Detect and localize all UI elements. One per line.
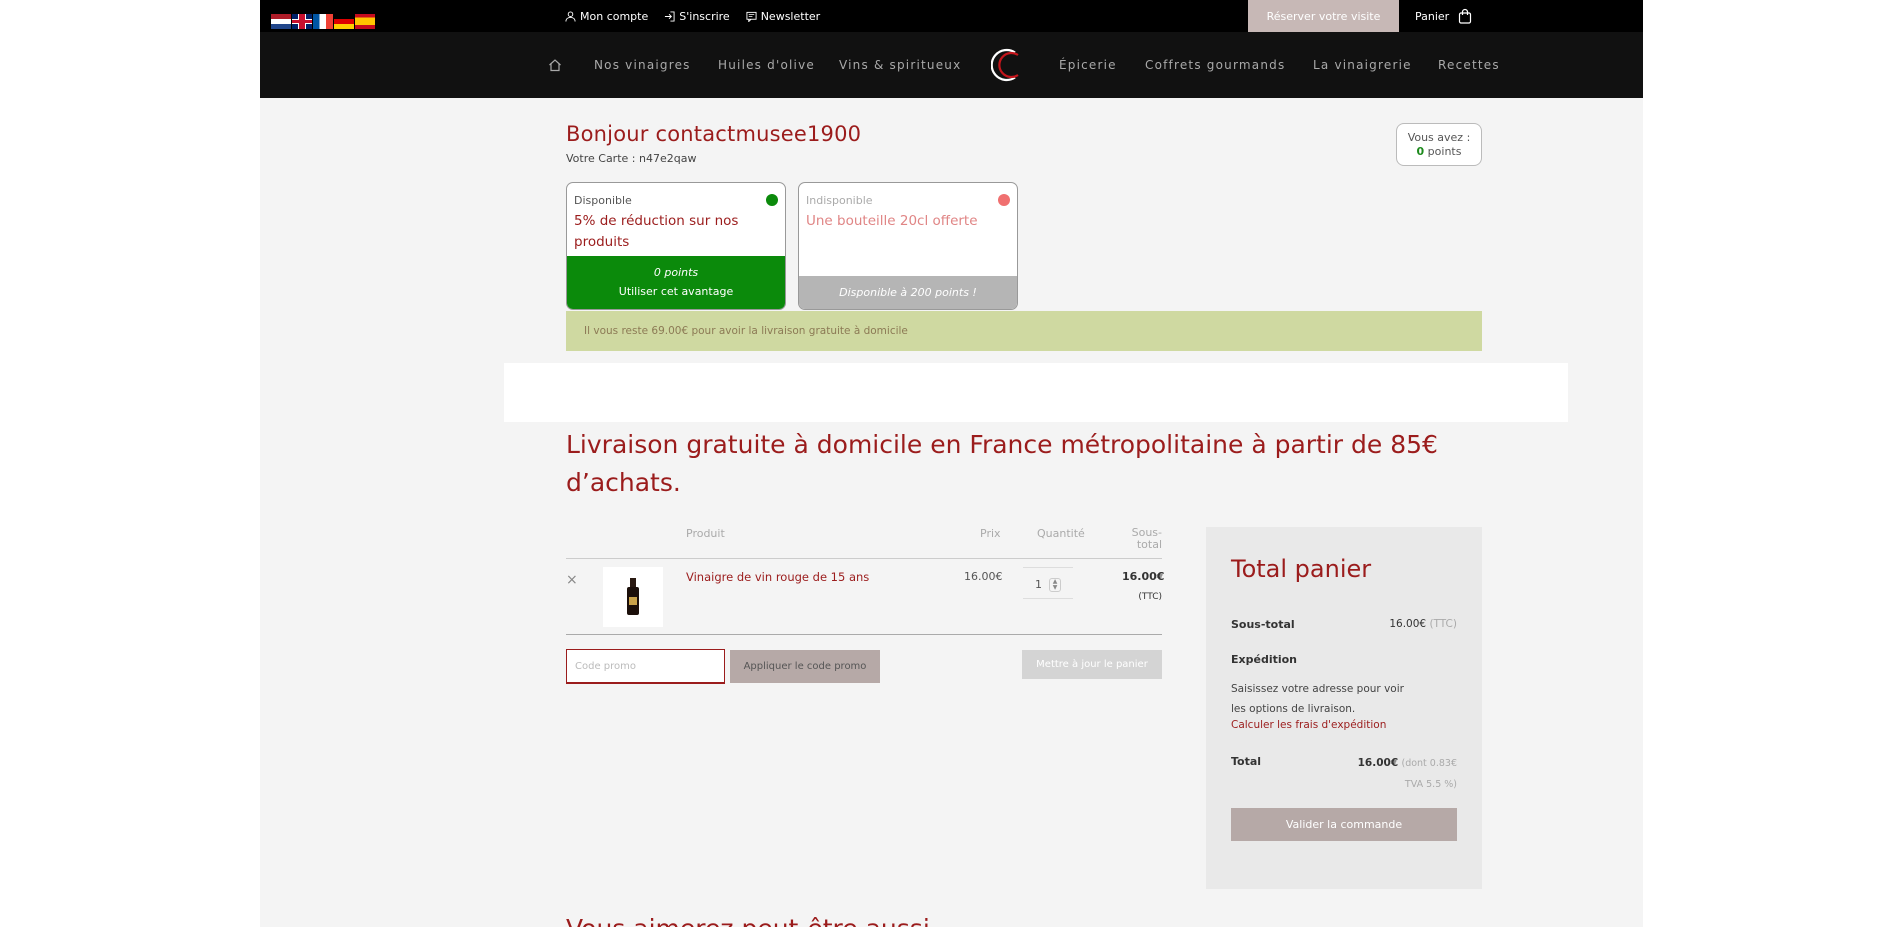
subtotal-suffix: (TTC) — [1429, 618, 1457, 630]
quantity-value: 1 — [1035, 578, 1042, 591]
newsletter-link[interactable]: Newsletter — [746, 10, 820, 23]
register-link-label: S'inscrire — [679, 9, 730, 23]
advantage-status: Disponible — [574, 194, 632, 207]
points-label: Vous avez : — [1407, 131, 1471, 144]
nav-grocery[interactable]: Épicerie — [1059, 32, 1117, 98]
home-link[interactable] — [548, 32, 562, 98]
brand-logo-icon[interactable] — [991, 45, 1023, 85]
header-price: Prix — [980, 527, 1001, 540]
totals-title: Total panier — [1231, 555, 1372, 583]
flag-fr-icon[interactable] — [313, 14, 333, 29]
nav-gift-boxes[interactable]: Coffrets gourmands — [1145, 32, 1285, 98]
advantage-points: 0 points — [653, 266, 699, 279]
total-value: 16.00€ (dont 0.83€ TVA 5.5 %) — [1337, 753, 1457, 795]
page: Mon compte S'inscrire Newsletter Réserve… — [260, 0, 1643, 927]
related-products-heading: Vous aimerez peut-être aussi… — [566, 914, 955, 927]
points-box: Vous avez : 0 points — [1396, 123, 1482, 166]
register-link[interactable]: S'inscrire — [664, 9, 730, 23]
cart-link-label: Panier — [1415, 9, 1450, 23]
apply-promo-button[interactable]: Appliquer le code promo — [730, 650, 880, 683]
free-shipping-notice: Il vous reste 69.00€ pour avoir la livra… — [566, 311, 1482, 351]
points-unit: points — [1427, 145, 1462, 158]
update-cart-button[interactable]: Mettre à jour le panier — [1022, 650, 1162, 679]
loyalty-card-number: Votre Carte : n47e2qaw — [566, 152, 697, 165]
total-label: Total — [1231, 755, 1262, 768]
quantity-stepper[interactable]: 1 ▲ ▼ — [1023, 567, 1073, 599]
free-delivery-headline: Livraison gratuite à domicile en France … — [566, 430, 1438, 497]
use-advantage-label: Utiliser cet avantage — [618, 285, 734, 298]
advantage-title: 5% de réduction sur nos produits — [574, 213, 739, 250]
product-thumbnail[interactable] — [603, 567, 663, 627]
nav-wines-spirits[interactable]: Vins & spiritueux — [839, 32, 961, 98]
subtotal-value: 16.00€ (TTC) — [1389, 618, 1457, 630]
shopping-bag-icon — [1459, 8, 1472, 24]
header-product: Produit — [686, 527, 725, 540]
remove-item-button[interactable]: × — [566, 572, 578, 588]
nav-vinegar-factory[interactable]: La vinaigrerie — [1313, 32, 1412, 98]
nav-vinegars[interactable]: Nos vinaigres — [594, 32, 691, 98]
flag-nl-icon[interactable] — [271, 14, 291, 29]
product-price: 16.00€ — [964, 570, 1003, 583]
subtotal-amount: 16.00€ — [1389, 618, 1427, 630]
advantage-card-available: Disponible 5% de réduction sur nos produ… — [566, 182, 786, 310]
advantage-title: Une bouteille 20cl offerte — [806, 213, 978, 229]
top-links: Mon compte S'inscrire Newsletter — [565, 0, 820, 32]
book-visit-button[interactable]: Réserver votre visite — [1248, 0, 1399, 32]
points-value: 0 — [1416, 145, 1425, 158]
spin-arrows-icon[interactable]: ▲ ▼ — [1049, 578, 1061, 592]
table-row-divider — [566, 634, 1162, 635]
shipping-text: Saisissez votre adresse pour voir les op… — [1231, 683, 1404, 715]
user-icon — [565, 10, 576, 22]
flag-es-icon[interactable] — [355, 14, 375, 29]
top-bar: Mon compte S'inscrire Newsletter Réserve… — [260, 0, 1643, 32]
flag-de-icon[interactable] — [334, 14, 354, 29]
advantage-status: Indisponible — [806, 194, 873, 207]
banner-area — [504, 363, 1568, 422]
promo-code-input[interactable] — [566, 649, 725, 684]
table-header-divider — [566, 558, 1162, 559]
shipping-label: Expédition — [1231, 653, 1298, 666]
newsletter-link-label: Newsletter — [760, 9, 821, 23]
use-advantage-button[interactable]: 0 points Utiliser cet avantage — [567, 256, 785, 309]
calculate-shipping-link[interactable]: Calculer les frais d'expédition — [1231, 719, 1386, 731]
advantage-card-unavailable: Indisponible Une bouteille 20cl offerte … — [798, 182, 1018, 310]
total-tax-note: (dont 0.83€ TVA 5.5 %) — [1401, 758, 1457, 790]
language-flags — [271, 14, 375, 29]
status-dot-icon — [766, 194, 778, 206]
header-quantity: Quantité — [1037, 527, 1085, 540]
nav-olive-oils[interactable]: Huiles d'olive — [718, 32, 815, 98]
sign-in-icon — [665, 10, 675, 22]
home-icon — [549, 59, 561, 72]
checkout-button[interactable]: Valider la commande — [1231, 808, 1457, 841]
points-value-line: 0 points — [1397, 145, 1481, 159]
product-tax-note: (TTC) — [1138, 592, 1162, 602]
product-link[interactable]: Vinaigre de vin rouge de 15 ans — [686, 570, 869, 584]
subtotal-label: Sous-total — [1231, 618, 1295, 631]
flag-gb-icon[interactable] — [292, 14, 312, 29]
main-nav: Nos vinaigres Huiles d'olive Vins & spir… — [260, 32, 1643, 98]
nav-recipes[interactable]: Recettes — [1438, 32, 1500, 98]
total-amount: 16.00€ — [1357, 757, 1399, 769]
greeting-title: Bonjour contactmusee1900 — [566, 122, 862, 146]
account-link[interactable]: Mon compte — [565, 10, 648, 23]
message-icon — [746, 11, 757, 22]
vinegar-bottle-icon — [627, 578, 639, 615]
advantage-availability: Disponible à 200 points ! — [799, 276, 1017, 309]
cart-totals: Total panier Sous-total 16.00€ (TTC) Exp… — [1206, 527, 1482, 889]
cart-link[interactable]: Panier — [1415, 0, 1473, 32]
status-dot-icon — [998, 194, 1010, 206]
product-subtotal: 16.00€ — [1122, 570, 1165, 583]
account-link-label: Mon compte — [580, 9, 649, 23]
header-subtotal: Sous-total — [1131, 526, 1162, 551]
